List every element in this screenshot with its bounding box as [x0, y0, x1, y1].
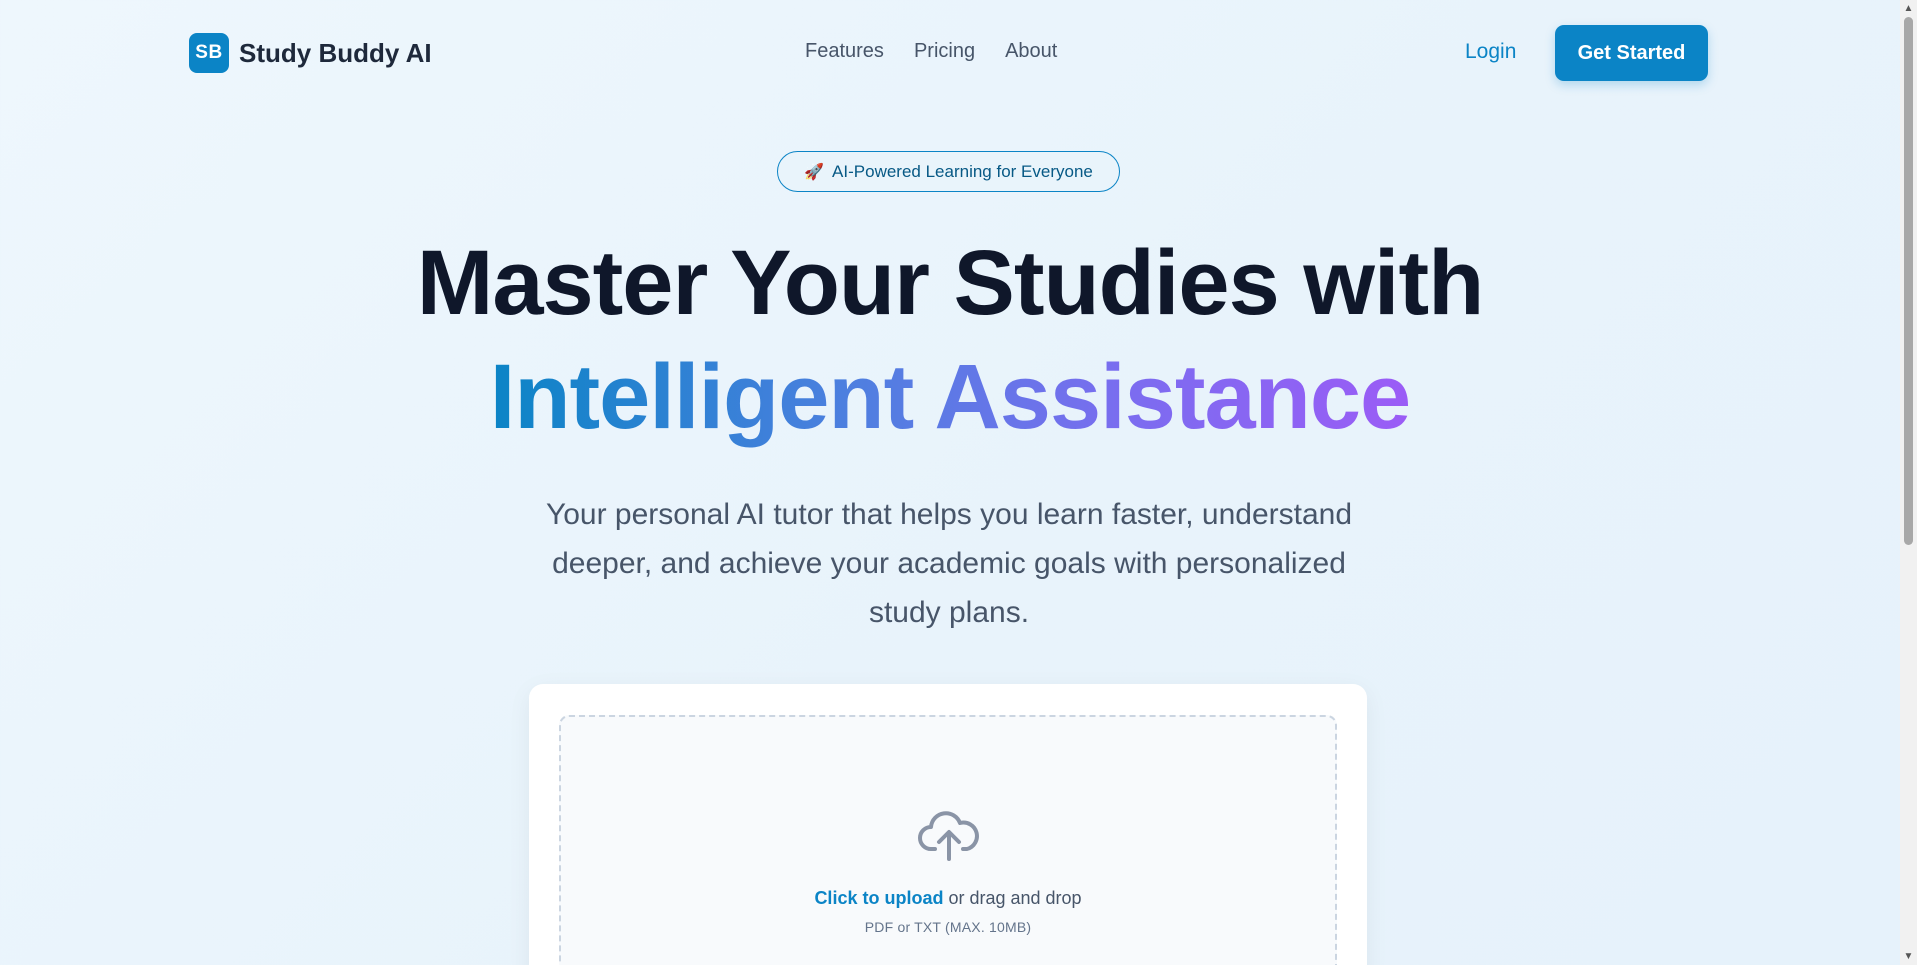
- nav-link-about[interactable]: About: [1005, 40, 1057, 63]
- brand-logo[interactable]: SB Study Buddy AI: [189, 33, 432, 73]
- nav-link-features[interactable]: Features: [805, 40, 884, 63]
- vertical-scrollbar[interactable]: ▲ ▼: [1900, 0, 1917, 965]
- hero-headline-line1: Master Your Studies with: [416, 232, 1485, 334]
- scroll-down-arrow-icon[interactable]: ▼: [1900, 948, 1917, 965]
- get-started-button[interactable]: Get Started: [1555, 25, 1708, 81]
- gradient-headline-text: Intelligent Assistance: [489, 346, 1411, 448]
- upload-card: Click to upload or drag and drop PDF or …: [529, 684, 1367, 965]
- logo-badge: SB: [189, 33, 229, 73]
- nav-links: Features Pricing About: [805, 40, 1057, 63]
- login-link[interactable]: Login: [1465, 40, 1516, 64]
- scrollbar-thumb[interactable]: [1904, 17, 1913, 545]
- file-dropzone[interactable]: Click to upload or drag and drop PDF or …: [559, 715, 1337, 965]
- scroll-up-arrow-icon[interactable]: ▲: [1900, 0, 1917, 17]
- hero-subtitle: Your personal AI tutor that helps you le…: [545, 498, 1353, 629]
- landing-page: SB Study Buddy AI Features Pricing About…: [0, 0, 1900, 965]
- upload-file-hint: PDF or TXT (MAX. 10MB): [864, 919, 1032, 935]
- hero-headline-line2: Intelligent Assistance: [0, 351, 1900, 443]
- feature-badge-label: AI-Powered Learning for Everyone: [832, 161, 1093, 181]
- rocket-icon: 🚀: [804, 163, 825, 181]
- top-navigation: SB Study Buddy AI Features Pricing About…: [0, 0, 1900, 108]
- upload-instruction: Click to upload or drag and drop: [561, 888, 1335, 909]
- brand-name: Study Buddy AI: [239, 37, 432, 68]
- cloud-upload-icon: [918, 811, 979, 861]
- nav-link-pricing[interactable]: Pricing: [914, 40, 975, 63]
- feature-badge: 🚀 AI-Powered Learning for Everyone: [777, 151, 1120, 192]
- click-to-upload-link[interactable]: Click to upload: [814, 888, 943, 908]
- drag-drop-text: or drag and drop: [943, 888, 1082, 908]
